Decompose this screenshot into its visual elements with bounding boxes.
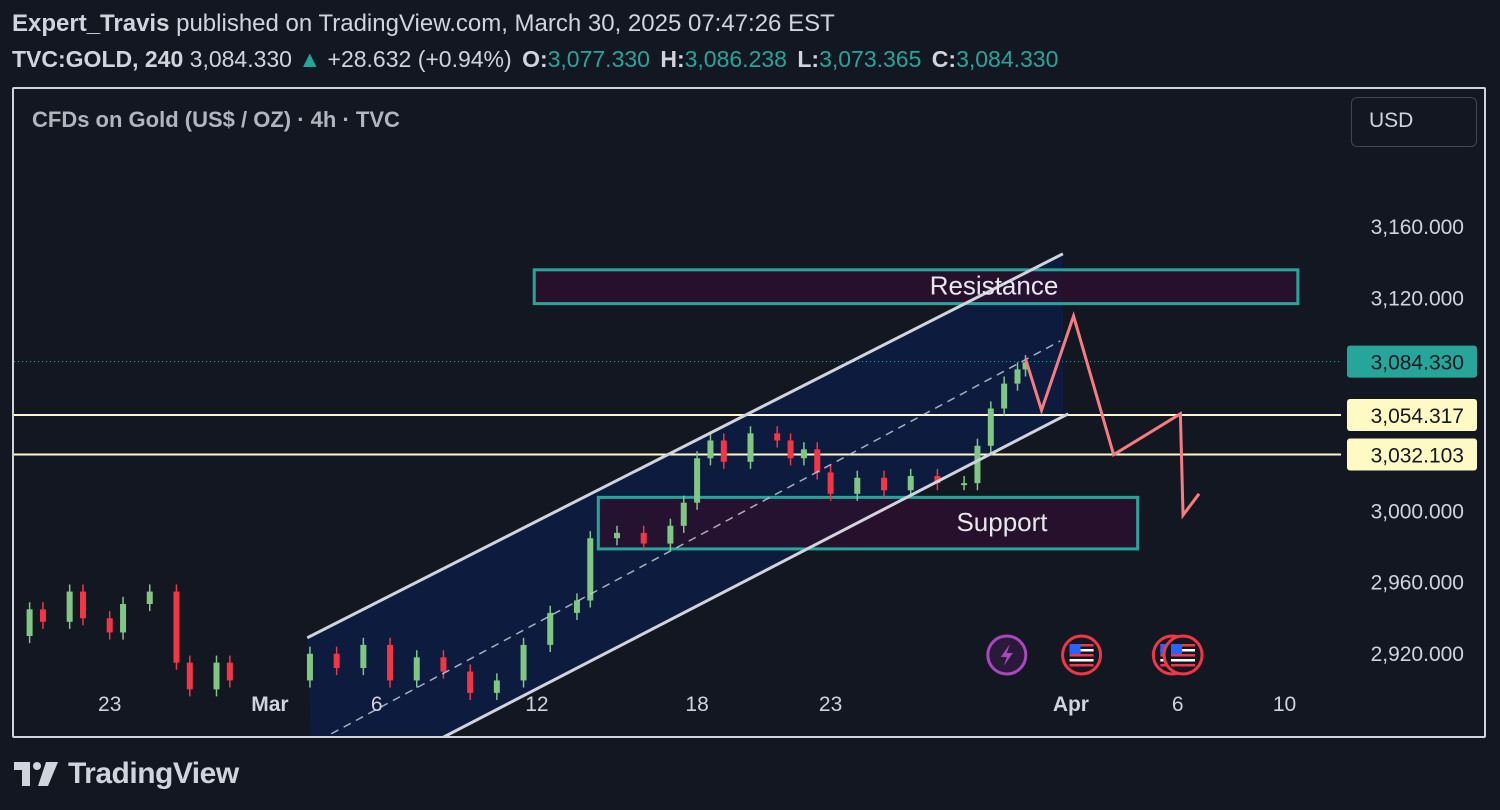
- candle-body: [814, 449, 821, 473]
- publish-info: published on TradingView.com, March 30, …: [176, 10, 835, 37]
- price-axis-label: 3,120.000: [1371, 287, 1464, 310]
- flag-stripe: [1171, 664, 1196, 667]
- chart-pane[interactable]: Resistance Support 3,160.000 3,120.000 3,000…: [12, 87, 1486, 738]
- candle-body: [333, 653, 340, 668]
- flag-stripe: [1171, 654, 1196, 657]
- candle-body: [961, 483, 968, 486]
- candle-body: [173, 591, 180, 663]
- candle-body: [800, 449, 807, 459]
- last-price-badge-label: 3,084.330: [1371, 352, 1464, 375]
- time-axis-label: Mar: [251, 693, 288, 716]
- candle-body: [680, 502, 687, 526]
- quote-line: TVC:GOLD, 240 3,084.330 ▲ +28.632 (+0.94…: [12, 43, 1058, 75]
- candle-body: [707, 440, 714, 459]
- level-price-badge-label: 3,032.103: [1371, 445, 1464, 468]
- candle-body: [974, 445, 981, 484]
- candle-body: [827, 472, 834, 494]
- candle-body: [774, 433, 781, 441]
- tradingview-logo[interactable]: TradingView: [12, 756, 239, 792]
- candle-body: [787, 440, 794, 459]
- candle-body: [573, 600, 580, 613]
- flag-stripe: [1069, 659, 1094, 662]
- candle-body: [587, 538, 594, 601]
- candle-body: [80, 591, 86, 619]
- candle-body: [520, 644, 527, 681]
- brand-name: TradingView: [68, 757, 239, 790]
- chart-title: CFDs on Gold (US$ / OZ) · 4h · TVC: [32, 107, 400, 132]
- publish-line: Expert_Travis published on TradingView.c…: [12, 8, 1058, 40]
- candle-body: [667, 525, 674, 544]
- time-axis-label: 23: [819, 693, 842, 716]
- resistance-label: Resistance: [930, 271, 1059, 301]
- candle-body: [881, 477, 887, 491]
- candle-body: [387, 644, 394, 681]
- resistance-zone: [532, 268, 1300, 306]
- candle-body: [106, 618, 113, 633]
- open-label: O:: [522, 46, 548, 72]
- candle-body: [1001, 383, 1008, 409]
- flag-stripe: [1069, 664, 1094, 667]
- candle-body: [1014, 369, 1021, 384]
- up-arrow-icon: ▲: [298, 46, 322, 72]
- flag-stripe: [1069, 654, 1094, 657]
- time-axis-label: 6: [371, 693, 383, 716]
- price-axis-label: 2,920.000: [1371, 643, 1464, 666]
- symbol-label: TVC:GOLD, 240: [12, 46, 184, 72]
- candle-body: [39, 609, 46, 622]
- price-axis-label: 2,960.000: [1371, 572, 1464, 595]
- support-zone: [596, 495, 1140, 551]
- high-label: H:: [660, 46, 685, 72]
- candle-body: [854, 477, 861, 494]
- open-value: 3,077.330: [547, 46, 650, 72]
- currency-button[interactable]: USD: [1351, 97, 1477, 147]
- candle-body: [747, 433, 754, 462]
- publish-header: Expert_Travis published on TradingView.c…: [12, 8, 1058, 75]
- price-change: +28.632 (+0.94%): [327, 46, 512, 72]
- time-axis-label: 12: [525, 693, 548, 716]
- candle-body: [66, 591, 73, 622]
- close-value: 3,084.330: [956, 46, 1059, 72]
- price-axis-label: 3,160.000: [1371, 216, 1464, 239]
- time-axis-label: 23: [98, 693, 121, 716]
- candle-body: [306, 653, 313, 681]
- low-label: L:: [797, 46, 820, 72]
- price-axis-label: 3,000.000: [1371, 501, 1464, 524]
- flag-canton: [1069, 644, 1081, 654]
- time-axis-label: Apr: [1053, 693, 1089, 716]
- candle-body: [186, 662, 193, 690]
- candle-body: [146, 591, 153, 605]
- close-label: C:: [931, 46, 957, 72]
- candle-body: [413, 657, 420, 681]
- candle-body: [360, 644, 367, 668]
- candle-body: [467, 671, 474, 693]
- candle-body: [440, 657, 447, 672]
- candle-body: [120, 604, 127, 633]
- author-link[interactable]: Expert_Travis: [12, 10, 169, 37]
- high-value: 3,086.238: [684, 46, 787, 72]
- candle-body: [26, 609, 33, 636]
- candle-body: [213, 662, 220, 690]
- level-price-badge-label: 3,054.317: [1371, 405, 1464, 428]
- candle-body: [493, 680, 500, 693]
- flag-stripe: [1171, 659, 1196, 662]
- last-price: 3,084.330: [189, 46, 292, 72]
- candle-body: [226, 662, 233, 681]
- candle-body: [614, 532, 620, 539]
- price-chart[interactable]: Resistance Support 3,160.000 3,120.000 3,000…: [14, 89, 1486, 738]
- candle-body: [907, 476, 914, 491]
- candle-body: [694, 458, 701, 503]
- low-value: 3,073.365: [819, 46, 922, 72]
- candle-body: [720, 440, 727, 462]
- time-axis-label: 18: [685, 693, 708, 716]
- time-axis-label: 6: [1172, 693, 1184, 716]
- time-axis-label: 10: [1273, 693, 1296, 716]
- flag-canton: [1171, 644, 1183, 654]
- candle-body: [640, 532, 647, 544]
- candle-body: [987, 408, 994, 446]
- support-label: Support: [956, 507, 1048, 537]
- tradingview-logo-icon: [14, 762, 58, 786]
